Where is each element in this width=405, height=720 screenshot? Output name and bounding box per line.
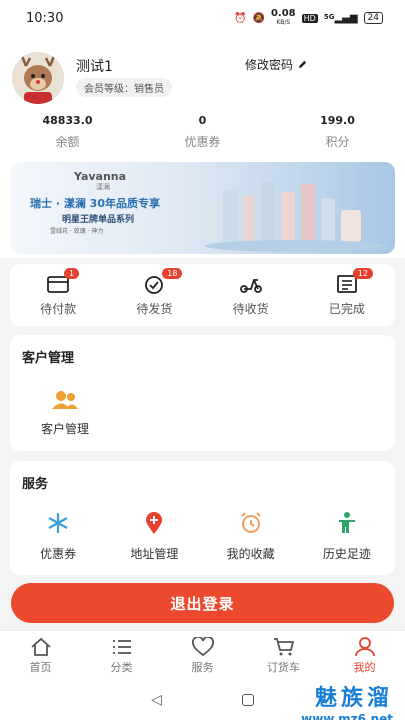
order-status-card: 1 待付款 18 待发货 待收货 12 已完成 bbox=[10, 264, 395, 326]
banner-title: 瑞士 · 漾澜 30年品质专享 bbox=[30, 197, 160, 210]
promo-banner[interactable]: Yavanna 漾澜 瑞士 · 漾澜 30年品质专享 明星王牌单品系列 雪绒花 … bbox=[10, 162, 395, 254]
status-time: 10:30 bbox=[26, 10, 64, 26]
order-pending-payment-label: 待付款 bbox=[40, 302, 77, 316]
bottom-tab-bar: 首页 分类 服务 订货车 我的 bbox=[0, 630, 405, 680]
tab-mine-label: 我的 bbox=[353, 661, 376, 674]
user-icon bbox=[354, 637, 375, 657]
order-pending-receipt[interactable]: 待收货 bbox=[203, 264, 299, 326]
coupons-value: 0 bbox=[198, 114, 207, 127]
location-pin-icon bbox=[146, 512, 163, 534]
banner-wrapper: Yavanna 漾澜 瑞士 · 漾澜 30年品质专享 明星王牌单品系列 雪绒花 … bbox=[0, 154, 405, 258]
service-history-label: 历史足迹 bbox=[322, 547, 371, 561]
snowflake-icon bbox=[48, 513, 68, 533]
customer-management-label: 客户管理 bbox=[40, 422, 89, 436]
group-icon bbox=[52, 391, 78, 409]
account-stats: 48833.0 余额 0 优惠券 199.0 积分 bbox=[0, 104, 405, 154]
deer-avatar-icon bbox=[12, 52, 64, 104]
person-icon bbox=[338, 512, 355, 533]
order-pending-shipment[interactable]: 18 待发货 bbox=[106, 264, 202, 326]
list-icon bbox=[112, 640, 131, 654]
cart-icon bbox=[273, 638, 294, 656]
points-label: 积分 bbox=[325, 135, 350, 149]
battery-icon: 24 bbox=[363, 12, 383, 24]
scooter-icon bbox=[239, 279, 262, 293]
status-icons: ⏰ 🔕 0.08 KB/S HD 5G▂▄▆ 24 bbox=[234, 9, 383, 27]
stat-coupons[interactable]: 0 优惠券 bbox=[135, 114, 270, 154]
avatar[interactable] bbox=[12, 52, 64, 104]
banner-subtitle: 明星王牌单品系列 bbox=[62, 215, 135, 225]
badge-pending-shipment: 18 bbox=[162, 268, 183, 279]
tab-service[interactable]: 服务 bbox=[162, 631, 243, 680]
service-favorites-label: 我的收藏 bbox=[226, 547, 275, 561]
order-pending-shipment-label: 待发货 bbox=[136, 302, 173, 316]
change-password-label: 修改密码 bbox=[245, 58, 294, 72]
tab-service-label: 服务 bbox=[191, 661, 214, 674]
badge-pending-payment: 1 bbox=[64, 268, 80, 279]
tab-cart-label: 订货车 bbox=[267, 661, 300, 674]
tab-mine[interactable]: 我的 bbox=[324, 631, 405, 680]
tab-home-label: 首页 bbox=[29, 661, 52, 674]
member-level-badge: 会员等级：销售员 bbox=[76, 78, 172, 97]
net-speed: 0.08 KB/S bbox=[270, 8, 296, 27]
heart-icon bbox=[191, 637, 214, 657]
alarm-icon: ⏰ bbox=[234, 12, 247, 24]
services-card: 服务 优惠券 地址管理 我的收藏 历史足迹 bbox=[10, 461, 395, 575]
box-icon bbox=[145, 276, 164, 294]
coupons-label: 优惠券 bbox=[184, 135, 221, 149]
service-history[interactable]: 历史足迹 bbox=[299, 511, 395, 562]
pencil-icon bbox=[298, 60, 307, 69]
tab-home[interactable]: 首页 bbox=[0, 631, 81, 680]
balance-value: 48833.0 bbox=[42, 114, 93, 127]
profile-header: 测试1 会员等级：销售员 修改密码 bbox=[0, 36, 405, 104]
tab-category[interactable]: 分类 bbox=[81, 631, 162, 680]
watermark-text: 魅族溜 bbox=[314, 686, 393, 711]
banner-small-text: 雪绒花 · 玫瑰 · 神力 bbox=[50, 228, 104, 235]
change-password-link[interactable]: 修改密码 bbox=[245, 56, 308, 73]
order-completed[interactable]: 12 已完成 bbox=[299, 264, 395, 326]
back-icon[interactable]: ◁ bbox=[151, 692, 162, 708]
service-address[interactable]: 地址管理 bbox=[106, 511, 202, 562]
order-completed-label: 已完成 bbox=[328, 302, 365, 316]
service-address-label: 地址管理 bbox=[130, 547, 179, 561]
alarm-clock-icon bbox=[240, 512, 261, 533]
logout-button[interactable]: 退出登录 bbox=[11, 583, 394, 623]
service-favorites[interactable]: 我的收藏 bbox=[203, 511, 299, 562]
status-bar: 10:30 ⏰ 🔕 0.08 KB/S HD 5G▂▄▆ 24 bbox=[0, 0, 405, 36]
watermark: 魅族溜 www.mz6.net bbox=[301, 680, 393, 720]
points-value: 199.0 bbox=[320, 114, 355, 127]
stat-points[interactable]: 199.0 积分 bbox=[270, 114, 405, 154]
cosmetics-bottles-image bbox=[205, 182, 385, 252]
service-coupons[interactable]: 优惠券 bbox=[10, 511, 106, 562]
customer-management-card: 客户管理 客户管理 bbox=[10, 335, 395, 451]
services-section-title: 服务 bbox=[22, 477, 49, 492]
services-row: 优惠券 地址管理 我的收藏 历史足迹 bbox=[10, 511, 395, 562]
watermark-url: www.mz6.net bbox=[301, 712, 393, 720]
tab-category-label: 分类 bbox=[110, 661, 133, 674]
tab-cart[interactable]: 订货车 bbox=[243, 631, 324, 680]
badge-completed: 12 bbox=[352, 268, 373, 279]
signal-icon: 5G▂▄▆ bbox=[323, 12, 358, 24]
stat-balance[interactable]: 48833.0 余额 bbox=[0, 114, 135, 154]
hd-icon: HD bbox=[301, 13, 318, 23]
order-pending-receipt-label: 待收货 bbox=[232, 302, 269, 316]
home-icon bbox=[30, 637, 51, 656]
balance-label: 余额 bbox=[55, 135, 80, 149]
service-coupons-label: 优惠券 bbox=[40, 547, 77, 561]
customer-section-title: 客户管理 bbox=[22, 351, 75, 366]
customer-management-item[interactable]: 客户管理 bbox=[30, 390, 100, 437]
banner-brand-cn: 漾澜 bbox=[96, 183, 110, 191]
home-button-icon[interactable] bbox=[241, 694, 254, 706]
username: 测试1 bbox=[76, 59, 113, 75]
order-pending-payment[interactable]: 1 待付款 bbox=[10, 264, 106, 326]
mute-icon: 🔕 bbox=[252, 12, 265, 24]
